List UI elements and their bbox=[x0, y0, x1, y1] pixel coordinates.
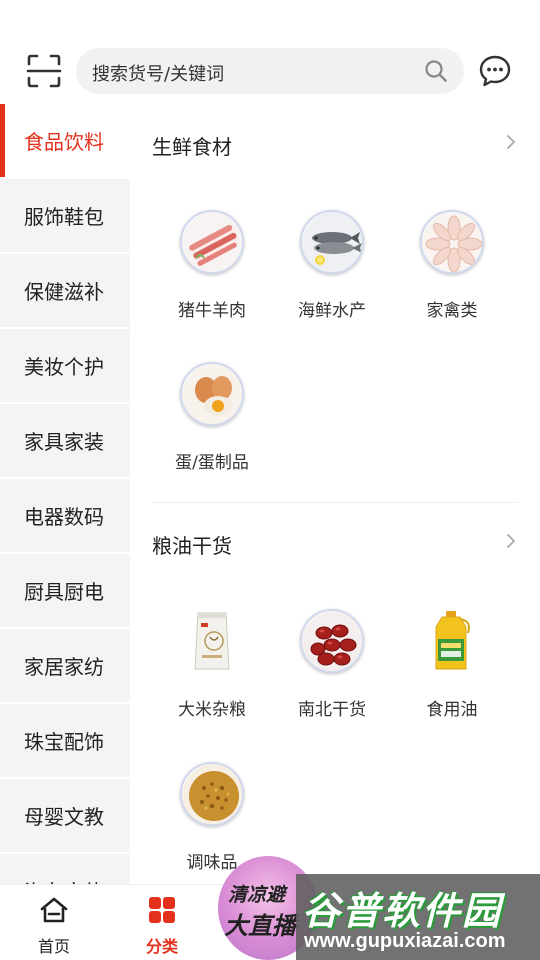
category-label: 蛋/蛋制品 bbox=[175, 453, 249, 473]
sidebar-item-auto[interactable]: 汽车文体 bbox=[0, 854, 130, 884]
nav-home[interactable]: 首页 bbox=[24, 895, 84, 957]
section-divider bbox=[152, 502, 518, 503]
oil-bottle-icon bbox=[420, 609, 484, 673]
sidebar-item-electronics[interactable]: 电器数码 bbox=[0, 479, 130, 554]
header: 搜索货号/关键词 bbox=[0, 0, 540, 104]
sidebar-item-home-textile[interactable]: 家居家纺 bbox=[0, 629, 130, 704]
category-label: 南北干货 bbox=[298, 700, 366, 720]
category-item-seafood[interactable]: 海鲜水产 bbox=[282, 210, 382, 321]
scan-icon[interactable] bbox=[26, 53, 62, 89]
search-icon[interactable] bbox=[424, 59, 448, 83]
meat-icon bbox=[180, 210, 244, 274]
section-title-fresh: 生鲜食材 bbox=[152, 135, 232, 159]
category-item-cooking-oil[interactable]: 食用油 bbox=[402, 609, 502, 720]
category-item-egg[interactable]: 蛋/蛋制品 bbox=[162, 362, 262, 473]
category-label: 海鲜水产 bbox=[298, 301, 366, 321]
sidebar-item-health[interactable]: 保健滋补 bbox=[0, 254, 130, 329]
category-label: 家禽类 bbox=[426, 301, 478, 321]
chevron-right-icon[interactable] bbox=[504, 534, 518, 548]
category-grid-icon bbox=[149, 897, 175, 923]
sidebar-item-food[interactable]: 食品饮料 bbox=[0, 104, 130, 179]
rice-bag-icon bbox=[180, 609, 244, 673]
search-input[interactable]: 搜索货号/关键词 bbox=[76, 48, 464, 94]
chevron-right-icon[interactable] bbox=[504, 135, 518, 149]
section-title-grain-oil: 粮油干货 bbox=[152, 534, 232, 558]
category-label: 猪牛羊肉 bbox=[178, 301, 246, 321]
category-item-rice[interactable]: 大米杂粮 bbox=[162, 609, 262, 720]
category-label: 食用油 bbox=[426, 700, 478, 720]
sidebar-item-furniture[interactable]: 家具家装 bbox=[0, 404, 130, 479]
category-sidebar: 食品饮料 服饰鞋包 保健滋补 美妆个护 家具家装 电器数码 厨具厨电 家居家纺 … bbox=[0, 104, 130, 884]
sidebar-item-baby[interactable]: 母婴文教 bbox=[0, 779, 130, 854]
home-icon bbox=[40, 897, 68, 923]
nav-home-label: 首页 bbox=[37, 937, 70, 956]
category-item-dry-goods[interactable]: 南北干货 bbox=[282, 609, 382, 720]
sidebar-item-jewelry[interactable]: 珠宝配饰 bbox=[0, 704, 130, 779]
promo-line2: 大直播 bbox=[224, 912, 296, 940]
egg-icon bbox=[180, 362, 244, 426]
promo-line1: 清凉避 bbox=[228, 884, 286, 906]
watermark: 谷普软件园 www.gupuxiazai.com bbox=[296, 874, 540, 960]
category-label: 大米杂粮 bbox=[178, 700, 246, 720]
search-placeholder: 搜索货号/关键词 bbox=[92, 64, 225, 85]
message-icon[interactable] bbox=[478, 54, 512, 88]
watermark-title: 谷普软件园 bbox=[302, 889, 503, 933]
category-item-meat[interactable]: 猪牛羊肉 bbox=[162, 210, 262, 321]
nav-category[interactable]: 分类 bbox=[132, 895, 192, 957]
sidebar-item-kitchen[interactable]: 厨具厨电 bbox=[0, 554, 130, 629]
watermark-url: www.gupuxiazai.com bbox=[304, 930, 506, 952]
category-item-poultry[interactable]: 家禽类 bbox=[402, 210, 502, 321]
sidebar-item-apparel[interactable]: 服饰鞋包 bbox=[0, 179, 130, 254]
poultry-icon bbox=[420, 210, 484, 274]
seasoning-icon bbox=[180, 762, 244, 826]
fish-icon bbox=[300, 210, 364, 274]
category-item-seasoning[interactable]: 调味品 bbox=[162, 762, 262, 873]
category-content: 生鲜食材 猪牛羊肉 海鲜水产 家禽类 蛋/蛋制品 粮油干货 大米杂粮 南北干货 … bbox=[130, 104, 540, 884]
sidebar-item-beauty[interactable]: 美妆个护 bbox=[0, 329, 130, 404]
dates-icon bbox=[300, 609, 364, 673]
nav-category-label: 分类 bbox=[145, 937, 178, 956]
